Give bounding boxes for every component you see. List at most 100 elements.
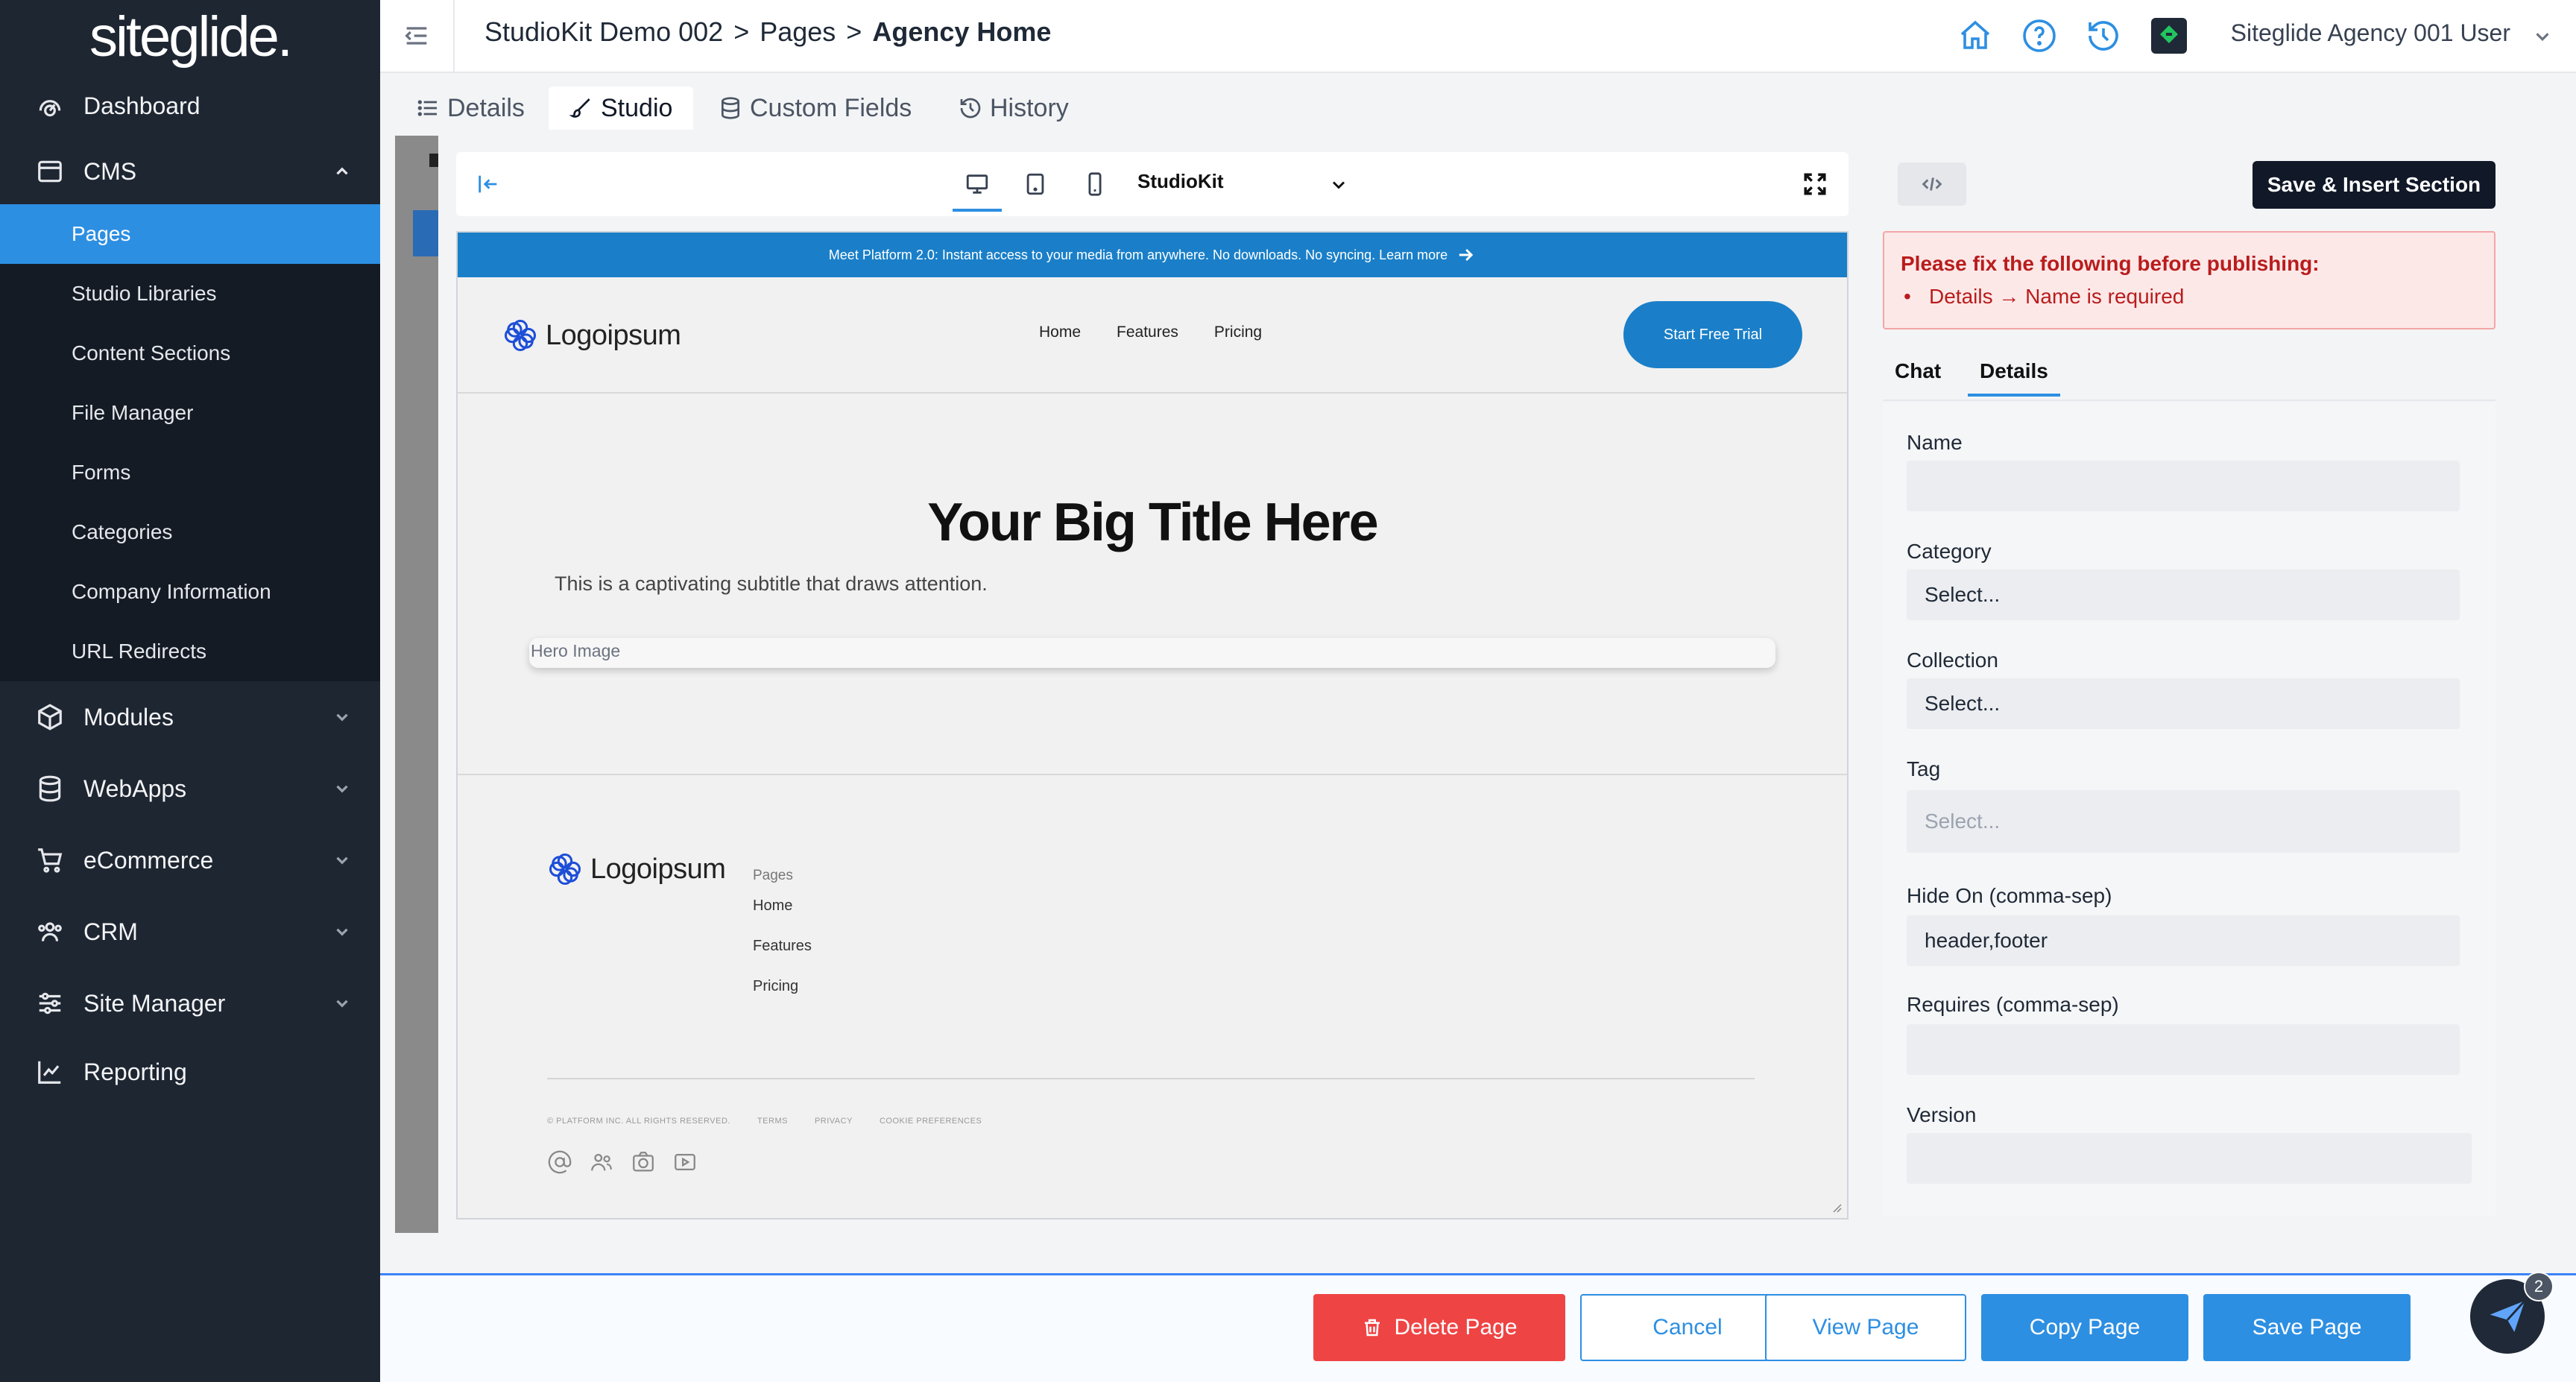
category-select[interactable]: Select... (1907, 569, 2460, 620)
hero-subtitle[interactable]: This is a captivating subtitle that draw… (555, 572, 988, 596)
tablet-view-icon[interactable] (1023, 171, 1048, 197)
copy-page-button[interactable]: Copy Page (1981, 1294, 2188, 1361)
name-field[interactable] (1907, 461, 2460, 511)
requires-label: Requires (comma-sep) (1907, 993, 2119, 1016)
sidebar-item-file-manager[interactable]: File Manager (0, 383, 380, 443)
sidebar-item-dashboard[interactable]: Dashboard (0, 73, 380, 139)
sidebar-item-categories[interactable]: Categories (0, 502, 380, 562)
sidebar-item-content-sections[interactable]: Content Sections (0, 324, 380, 383)
category-label: Category (1907, 540, 1992, 563)
sidebar-item-pages[interactable]: Pages (0, 204, 380, 264)
error-item[interactable]: Details → Name is required (1901, 285, 2478, 309)
footer-legal: © PLATFORM INC. ALL RIGHTS RESERVED. TER… (547, 1117, 982, 1126)
sidebar: siteglide. Dashboard CMS Pages Studio Li… (0, 0, 380, 1382)
breadcrumb-separator: > (733, 16, 750, 47)
save-page-button[interactable]: Save Page (2203, 1294, 2411, 1361)
mobile-view-icon[interactable] (1082, 171, 1108, 197)
delete-page-button[interactable]: Delete Page (1313, 1294, 1565, 1361)
sidebar-item-modules[interactable]: Modules (0, 681, 380, 753)
sidebar-item-label: CMS (83, 157, 137, 185)
database-icon (722, 97, 739, 119)
sidebar-item-forms[interactable]: Forms (0, 443, 380, 502)
footer-link-home[interactable]: Home (753, 897, 812, 915)
chart-line-icon (38, 1061, 61, 1084)
user-menu[interactable]: Siteglide Agency 001 User (2231, 19, 2510, 47)
hero-title[interactable]: Your Big Title Here (458, 492, 1847, 553)
people-icon[interactable] (589, 1149, 614, 1175)
history-icon[interactable] (2086, 18, 2121, 54)
site-logo[interactable]: Logoipsum (501, 316, 681, 355)
at-sign-icon[interactable] (547, 1149, 572, 1175)
collection-label: Collection (1907, 649, 1998, 672)
sidebar-item-label: Site Manager (83, 989, 226, 1017)
list-icon (417, 100, 437, 116)
exit-studio-icon[interactable] (476, 171, 501, 197)
page-preview-canvas[interactable]: Meet Platform 2.0: Instant access to you… (456, 231, 1849, 1219)
gauge-icon (39, 100, 61, 117)
siteglide-logo[interactable]: siteglide. (0, 0, 380, 73)
resize-handle-icon[interactable] (1828, 1199, 1843, 1214)
code-view-button[interactable] (1898, 163, 1966, 206)
hero-image[interactable]: Hero Image (529, 638, 1775, 668)
sidebar-item-studio-libraries[interactable]: Studio Libraries (0, 264, 380, 324)
users-icon (38, 922, 62, 941)
site-nav: Home Features Pricing (1039, 324, 1262, 341)
sidebar-item-url-redirects[interactable]: URL Redirects (0, 622, 380, 681)
breadcrumb: StudioKit Demo 002 > Pages > Agency Home (484, 16, 1051, 48)
sidebar-item-crm[interactable]: CRM (0, 896, 380, 968)
site-nav-features[interactable]: Features (1117, 324, 1178, 341)
details-form: Name Category Select... Collection Selec… (1883, 403, 2496, 1217)
sidebar-item-site-manager[interactable]: Site Manager (0, 968, 380, 1039)
site-nav-pricing[interactable]: Pricing (1214, 324, 1262, 341)
cancel-button[interactable]: Cancel (1580, 1294, 1795, 1361)
breadcrumb-site[interactable]: StudioKit Demo 002 (484, 16, 723, 48)
camera-icon[interactable] (631, 1149, 656, 1175)
flower-logo-icon (504, 319, 537, 352)
footer-link-pricing[interactable]: Pricing (753, 978, 812, 995)
kit-select[interactable]: StudioKit (1137, 170, 1224, 193)
help-icon[interactable] (2021, 18, 2057, 54)
requires-field[interactable] (1907, 1024, 2460, 1075)
tab-history[interactable]: History (938, 86, 1090, 130)
desktop-view-icon[interactable] (965, 171, 990, 197)
start-free-trial-button[interactable]: Start Free Trial (1623, 301, 1802, 368)
collapse-sidebar-icon[interactable] (400, 21, 434, 51)
save-insert-section-button[interactable]: Save & Insert Section (2253, 161, 2496, 209)
footer-link-cookies[interactable]: COOKIE PREFERENCES (880, 1117, 982, 1126)
footer-logo[interactable]: Logoipsum (546, 850, 726, 889)
canvas-toolbar: StudioKit (456, 152, 1849, 216)
site-nav-home[interactable]: Home (1039, 324, 1081, 341)
tab-details[interactable]: Details (395, 86, 546, 130)
tab-details-panel[interactable]: Details (1968, 359, 2060, 397)
footer-link-features[interactable]: Features (753, 938, 812, 955)
tab-custom-fields[interactable]: Custom Fields (698, 86, 932, 130)
tab-studio[interactable]: Studio (549, 86, 694, 130)
view-page-button[interactable]: View Page (1765, 1294, 1966, 1361)
fullscreen-icon[interactable] (1802, 171, 1828, 197)
home-icon[interactable] (1957, 18, 1993, 54)
sliders-icon (39, 992, 61, 1015)
announcement-bar[interactable]: Meet Platform 2.0: Instant access to you… (458, 233, 1847, 277)
footer-link-privacy[interactable]: PRIVACY (815, 1117, 853, 1126)
sidebar-item-ecommerce[interactable]: eCommerce (0, 824, 380, 896)
tag-select[interactable]: Select... (1907, 790, 2460, 853)
name-label: Name (1907, 431, 1963, 454)
footer-social (547, 1149, 698, 1175)
video-play-icon[interactable] (672, 1149, 698, 1175)
tab-chat[interactable]: Chat (1883, 359, 1953, 394)
hide-on-field[interactable]: header,footer (1907, 915, 2460, 966)
sidebar-item-company-information[interactable]: Company Information (0, 562, 380, 622)
siteglide-app-icon[interactable] (2151, 18, 2187, 54)
sidebar-item-webapps[interactable]: WebApps (0, 753, 380, 824)
breadcrumb-pages[interactable]: Pages (760, 16, 836, 48)
chevron-down-icon[interactable] (2531, 25, 2554, 48)
strip-tab[interactable] (413, 210, 438, 256)
brush-icon (569, 98, 590, 118)
logo-text: Logoipsum (590, 853, 726, 885)
sidebar-item-cms[interactable]: CMS (0, 139, 380, 204)
version-field[interactable] (1907, 1133, 2472, 1184)
footer-link-terms[interactable]: TERMS (757, 1117, 788, 1126)
chevron-down-icon[interactable] (1328, 174, 1349, 195)
collection-select[interactable]: Select... (1907, 678, 2460, 729)
sidebar-item-reporting[interactable]: Reporting (0, 1039, 380, 1105)
